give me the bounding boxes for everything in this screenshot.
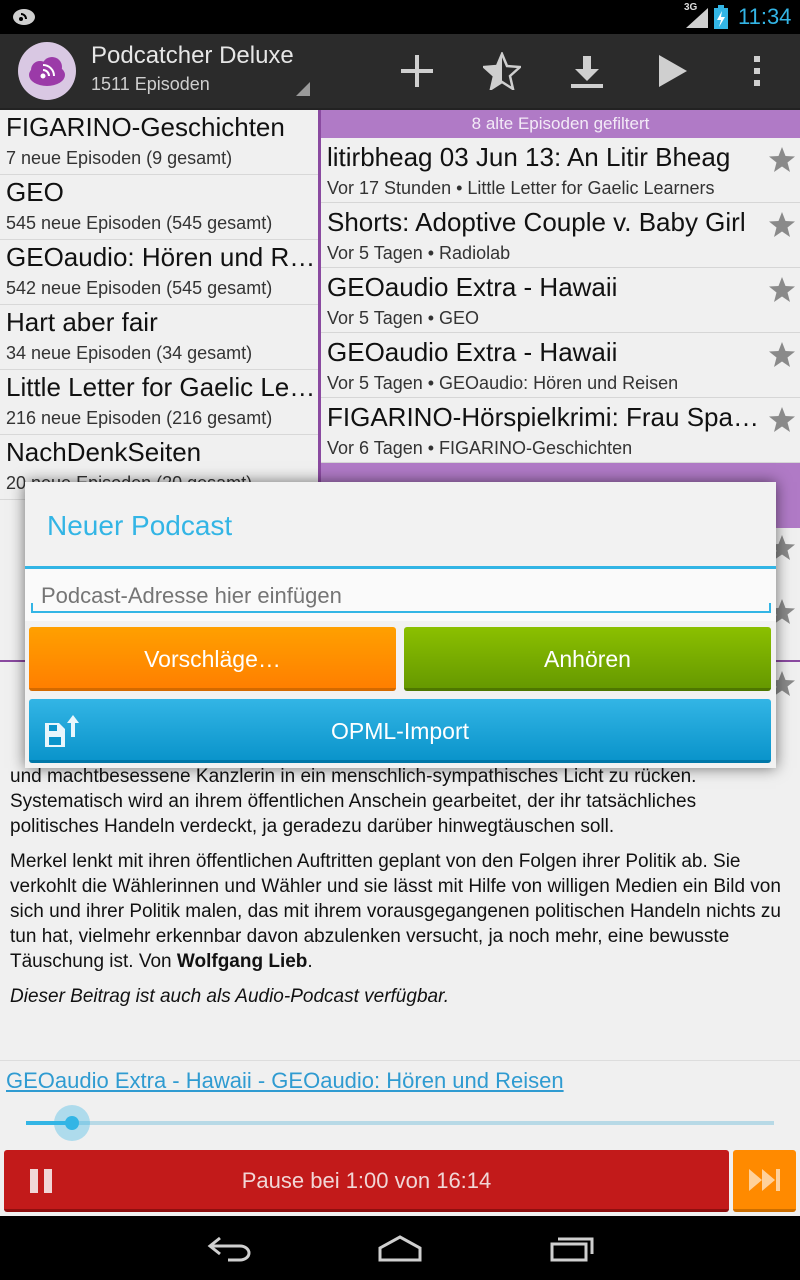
podcast-item[interactable]: FIGARINO-Geschichten 7 neue Episoden (9 … (0, 110, 318, 175)
podcast-count: 542 neue Episoden (545 gesamt) (6, 278, 273, 298)
app-logo-icon[interactable] (18, 42, 76, 100)
opml-import-button[interactable]: OPML-Import (29, 699, 771, 763)
episode-meta: Vor 5 Tagen • GEOaudio: Hören und Reisen (327, 373, 679, 393)
podcast-count: 34 neue Episoden (34 gesamt) (6, 343, 253, 363)
episode-title: Shorts: Adoptive Couple v. Baby Girl (327, 207, 746, 237)
home-icon[interactable] (376, 1234, 424, 1262)
dialog-title: Neuer Podcast (47, 510, 233, 541)
podcast-item[interactable]: GEO 545 neue Episoden (545 gesamt) (0, 175, 318, 240)
listen-button[interactable]: Anhören (404, 627, 771, 691)
star-icon[interactable] (768, 341, 796, 369)
suggestions-button[interactable]: Vorschläge… (29, 627, 396, 691)
playback-status: Pause bei 1:00 von 16:14 (241, 1168, 492, 1193)
star-icon[interactable] (768, 146, 796, 174)
signal-icon (686, 8, 708, 28)
star-icon[interactable] (768, 211, 796, 239)
episode-item[interactable]: litirbheag 03 Jun 13: An Litir Bheag Vor… (321, 138, 800, 203)
input-underline (31, 603, 771, 613)
podcast-item[interactable]: GEOaudio: Hören und Reisen 542 neue Epis… (0, 240, 318, 305)
podcast-title: GEOaudio: Hören und Reisen (6, 242, 318, 272)
episode-item[interactable]: Shorts: Adoptive Couple v. Baby Girl Vor… (321, 203, 800, 268)
episode-count[interactable]: 1511 Episoden (91, 74, 210, 95)
clock: 11:34 (738, 4, 792, 29)
back-icon[interactable] (206, 1234, 254, 1262)
star-icon[interactable] (768, 276, 796, 304)
import-file-icon (45, 715, 79, 747)
episode-item[interactable]: GEOaudio Extra - Hawaii Vor 5 Tagen • GE… (321, 268, 800, 333)
podcast-title: FIGARINO-Geschichten (6, 112, 285, 142)
episode-title: GEOaudio Extra - Hawaii (327, 337, 618, 367)
podcast-count: 545 neue Episoden (545 gesamt) (6, 213, 273, 233)
podcast-title: NachDenkSeiten (6, 437, 202, 467)
download-icon[interactable] (568, 52, 606, 90)
star-icon[interactable] (768, 406, 796, 434)
podcast-count: 7 neue Episoden (9 gesamt) (6, 148, 233, 168)
episode-meta: Vor 5 Tagen • Radiolab (327, 243, 511, 263)
podcast-item[interactable]: Hart aber fair 34 neue Episoden (34 gesa… (0, 305, 318, 370)
podcast-count: 216 neue Episoden (216 gesamt) (6, 408, 273, 428)
new-podcast-dialog: Neuer Podcast Vorschläge… Anhören OPML-I… (25, 482, 776, 768)
overflow-menu-icon[interactable] (738, 52, 776, 90)
description-note: Dieser Beitrag ist auch als Audio-Podcas… (10, 986, 449, 1007)
episode-title: litirbheag 03 Jun 13: An Litir Bheag (327, 142, 731, 172)
episode-item[interactable]: GEOaudio Extra - Hawaii Vor 5 Tagen • GE… (321, 333, 800, 398)
skip-button[interactable] (733, 1150, 796, 1212)
star-half-icon[interactable] (483, 52, 521, 90)
app-title: Podcatcher Deluxe (91, 42, 294, 69)
description-text: und machtbesessene Kanzlerin in ein mens… (10, 766, 697, 837)
podcast-item[interactable]: Little Letter for Gaelic Learners 216 ne… (0, 370, 318, 435)
episode-meta: Vor 6 Tagen • FIGARINO-Geschichten (327, 438, 633, 458)
dropdown-indicator-icon (296, 82, 310, 96)
recent-apps-icon[interactable] (548, 1234, 596, 1262)
podcast-title: Hart aber fair (6, 307, 158, 337)
episode-title: GEOaudio Extra - Hawaii (327, 272, 618, 302)
skip-next-icon (749, 1169, 780, 1191)
episode-description: und machtbesessene Kanzlerin in ein mens… (10, 764, 790, 1019)
episode-meta: Vor 17 Stunden • Little Letter for Gaeli… (327, 178, 715, 198)
podcast-title: Little Letter for Gaelic Learners (6, 372, 318, 402)
play-pause-button[interactable]: Pause bei 1:00 von 16:14 (4, 1150, 729, 1212)
status-bar: 3G 11:34 (0, 0, 800, 34)
podcast-url-input[interactable] (29, 577, 771, 615)
description-text: Merkel lenkt mit ihren öffentlichen Auft… (10, 851, 781, 972)
battery-charging-icon (714, 5, 728, 29)
action-bar: Podcatcher Deluxe 1511 Episoden (0, 34, 800, 110)
url-input-area (25, 569, 776, 621)
episode-meta: Vor 5 Tagen • GEO (327, 308, 480, 328)
opml-import-label: OPML-Import (330, 718, 470, 744)
now-playing-link[interactable]: GEOaudio Extra - Hawaii - GEOaudio: Höre… (6, 1068, 564, 1094)
seek-track[interactable] (26, 1121, 774, 1125)
system-nav-bar (0, 1216, 800, 1280)
podcast-notification-icon (13, 9, 35, 25)
filter-banner[interactable]: 8 alte Episoden gefiltert (321, 110, 800, 138)
podcast-title: GEO (6, 177, 64, 207)
play-icon[interactable] (653, 52, 691, 90)
add-icon[interactable] (398, 52, 436, 90)
episode-title: FIGARINO-Hörspielkrimi: Frau Sparbier (327, 402, 767, 432)
episode-item[interactable]: FIGARINO-Hörspielkrimi: Frau Sparbier Vo… (321, 398, 800, 463)
author-name: Wolfgang Lieb (176, 951, 308, 972)
